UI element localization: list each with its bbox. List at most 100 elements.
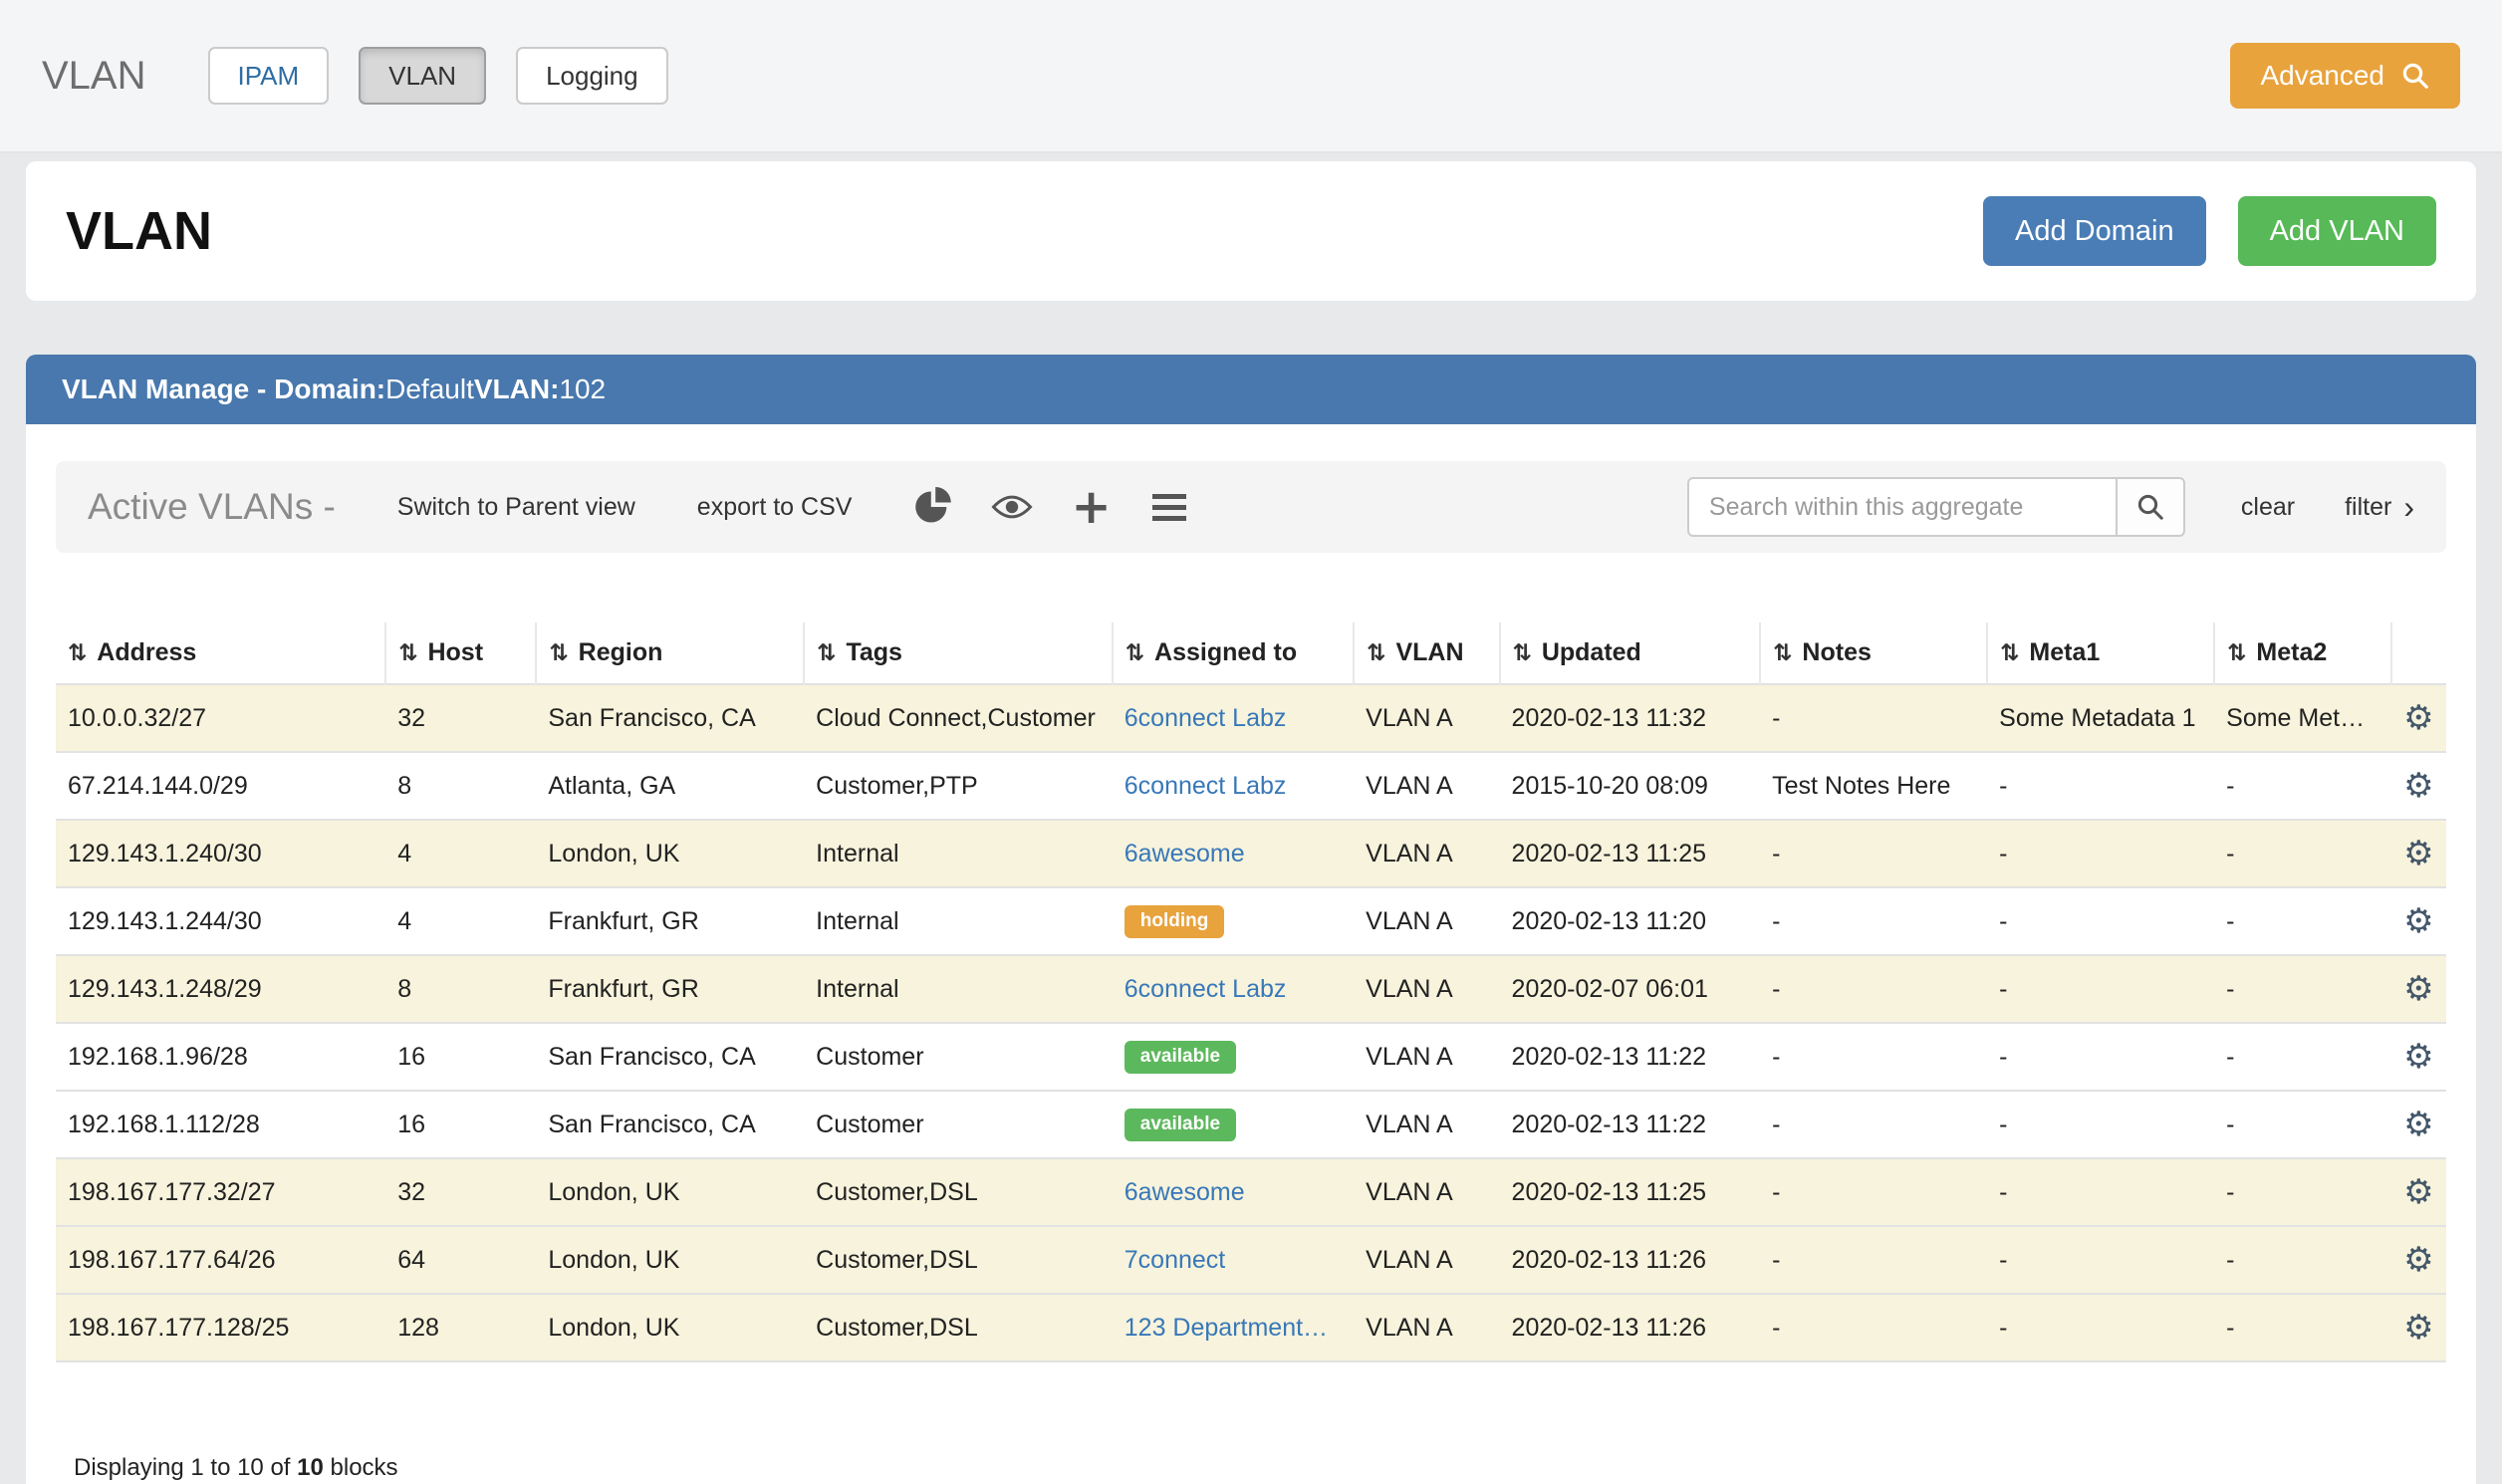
table-row: 129.143.1.244/304Frankfurt, GRInternalho… xyxy=(56,887,2446,955)
assigned-link[interactable]: 7connect xyxy=(1125,1246,1225,1274)
cell-meta2: - xyxy=(2214,1158,2391,1226)
tab-logging[interactable]: Logging xyxy=(516,47,668,105)
gear-icon[interactable]: ⚙ xyxy=(2403,1240,2433,1280)
assigned-link[interactable]: 6connect Labz xyxy=(1125,772,1287,800)
column-label: Host xyxy=(427,638,483,666)
sort-icon: ⇅ xyxy=(68,640,87,666)
column-header-updated[interactable]: ⇅Updated xyxy=(1500,622,1761,684)
page-title: VLAN xyxy=(66,200,212,262)
search-input[interactable] xyxy=(1687,477,2118,537)
eye-icon[interactable] xyxy=(991,484,1033,530)
cell-notes: - xyxy=(1760,820,1987,887)
column-label: Notes xyxy=(1802,638,1871,666)
cell-host: 16 xyxy=(385,1023,536,1091)
cell-actions: ⚙ xyxy=(2391,684,2446,752)
export-csv-link[interactable]: export to CSV xyxy=(697,493,853,522)
cell-region: London, UK xyxy=(536,820,804,887)
gear-icon[interactable]: ⚙ xyxy=(2403,1037,2433,1077)
cell-notes: - xyxy=(1760,887,1987,955)
cell-updated: 2020-02-13 11:22 xyxy=(1500,1023,1761,1091)
advanced-search-button[interactable]: Advanced xyxy=(2230,43,2460,109)
assigned-link[interactable]: 6awesome xyxy=(1125,1178,1245,1206)
gear-icon[interactable]: ⚙ xyxy=(2403,698,2433,738)
gear-icon[interactable]: ⚙ xyxy=(2403,766,2433,806)
column-label: VLAN xyxy=(1395,638,1463,666)
advanced-label: Advanced xyxy=(2260,60,2384,92)
tab-vlan[interactable]: VLAN xyxy=(359,47,486,105)
cell-actions: ⚙ xyxy=(2391,1023,2446,1091)
column-label: Updated xyxy=(1542,638,1641,666)
cell-vlan: VLAN A xyxy=(1354,820,1499,887)
cell-region: London, UK xyxy=(536,1294,804,1361)
vlan-table-body: 10.0.0.32/2732San Francisco, CACloud Con… xyxy=(56,684,2446,1361)
active-vlans-heading: Active VLANs - xyxy=(88,486,336,528)
menu-icon[interactable] xyxy=(1149,484,1189,530)
column-label: Tags xyxy=(846,638,902,666)
cell-address: 129.143.1.248/29 xyxy=(56,955,385,1023)
search-button[interactable] xyxy=(2118,477,2185,537)
gear-icon[interactable]: ⚙ xyxy=(2403,1308,2433,1348)
cell-host: 32 xyxy=(385,684,536,752)
search-icon xyxy=(2135,492,2165,522)
cell-notes: - xyxy=(1760,1158,1987,1226)
column-header-vlan[interactable]: ⇅VLAN xyxy=(1354,622,1499,684)
cell-address: 129.143.1.240/30 xyxy=(56,820,385,887)
cell-host: 8 xyxy=(385,752,536,820)
table-row: 198.167.177.64/2664London, UKCustomer,DS… xyxy=(56,1226,2446,1294)
column-header-address[interactable]: ⇅Address xyxy=(56,622,385,684)
text-segment: VLAN Manage - Domain: xyxy=(62,373,385,405)
panel-title: VLAN Manage - Domain: Default VLAN: 102 xyxy=(26,355,2476,424)
tab-ipam[interactable]: IPAM xyxy=(208,47,330,105)
pie-chart-icon[interactable] xyxy=(913,484,953,530)
cell-meta1: - xyxy=(1987,1091,2214,1158)
cell-tags: Customer,DSL xyxy=(804,1158,1113,1226)
cell-meta2: - xyxy=(2214,820,2391,887)
assigned-link[interactable]: 6connect Labz xyxy=(1125,975,1287,1003)
column-header-tags[interactable]: ⇅Tags xyxy=(804,622,1113,684)
cell-assigned: 6connect Labz xyxy=(1113,955,1354,1023)
cell-assigned: 6awesome xyxy=(1113,820,1354,887)
column-header-region[interactable]: ⇅Region xyxy=(536,622,804,684)
cell-assigned: 6awesome xyxy=(1113,1158,1354,1226)
gear-icon[interactable]: ⚙ xyxy=(2403,834,2433,873)
filter-link[interactable]: filter › xyxy=(2345,491,2414,523)
cell-actions: ⚙ xyxy=(2391,820,2446,887)
toolbar: Active VLANs - Switch to Parent view exp… xyxy=(56,461,2446,553)
gear-icon[interactable]: ⚙ xyxy=(2403,1105,2433,1144)
plus-icon[interactable]: + xyxy=(1071,484,1111,530)
clear-link[interactable]: clear xyxy=(2241,493,2295,522)
assigned-link[interactable]: 123 Department… xyxy=(1125,1314,1328,1342)
text-segment: 102 xyxy=(559,373,606,405)
cell-updated: 2020-02-07 06:01 xyxy=(1500,955,1761,1023)
cell-address: 198.167.177.32/27 xyxy=(56,1158,385,1226)
column-header-host[interactable]: ⇅Host xyxy=(385,622,536,684)
column-header-meta1[interactable]: ⇅Meta1 xyxy=(1987,622,2214,684)
add-domain-button[interactable]: Add Domain xyxy=(1983,196,2206,266)
assigned-link[interactable]: 6connect Labz xyxy=(1125,704,1287,732)
gear-icon[interactable]: ⚙ xyxy=(2403,1172,2433,1212)
cell-meta2: - xyxy=(2214,1226,2391,1294)
gear-icon[interactable]: ⚙ xyxy=(2403,901,2433,941)
text-segment: Default xyxy=(385,373,474,405)
cell-notes: - xyxy=(1760,1091,1987,1158)
cell-meta1: - xyxy=(1987,1294,2214,1361)
gear-icon[interactable]: ⚙ xyxy=(2403,969,2433,1009)
cell-address: 198.167.177.64/26 xyxy=(56,1226,385,1294)
cell-address: 10.0.0.32/27 xyxy=(56,684,385,752)
cell-host: 4 xyxy=(385,820,536,887)
column-header-assigned-to[interactable]: ⇅Assigned to xyxy=(1113,622,1354,684)
footer-status: Displaying 1 to 10 of 10 blocks xyxy=(74,1454,2476,1484)
cell-notes: - xyxy=(1760,1023,1987,1091)
column-header-notes[interactable]: ⇅Notes xyxy=(1760,622,1987,684)
assigned-link[interactable]: 6awesome xyxy=(1125,840,1245,867)
cell-actions: ⚙ xyxy=(2391,752,2446,820)
add-vlan-button[interactable]: Add VLAN xyxy=(2238,196,2436,266)
column-header-actions xyxy=(2391,622,2446,684)
column-header-meta2[interactable]: ⇅Meta2 xyxy=(2214,622,2391,684)
cell-notes: - xyxy=(1760,684,1987,752)
switch-parent-view-link[interactable]: Switch to Parent view xyxy=(397,493,635,522)
column-label: Region xyxy=(579,638,663,666)
vlan-table-head: ⇅Address⇅Host⇅Region⇅Tags⇅Assigned to⇅VL… xyxy=(56,622,2446,684)
cell-tags: Internal xyxy=(804,887,1113,955)
cell-updated: 2015-10-20 08:09 xyxy=(1500,752,1761,820)
